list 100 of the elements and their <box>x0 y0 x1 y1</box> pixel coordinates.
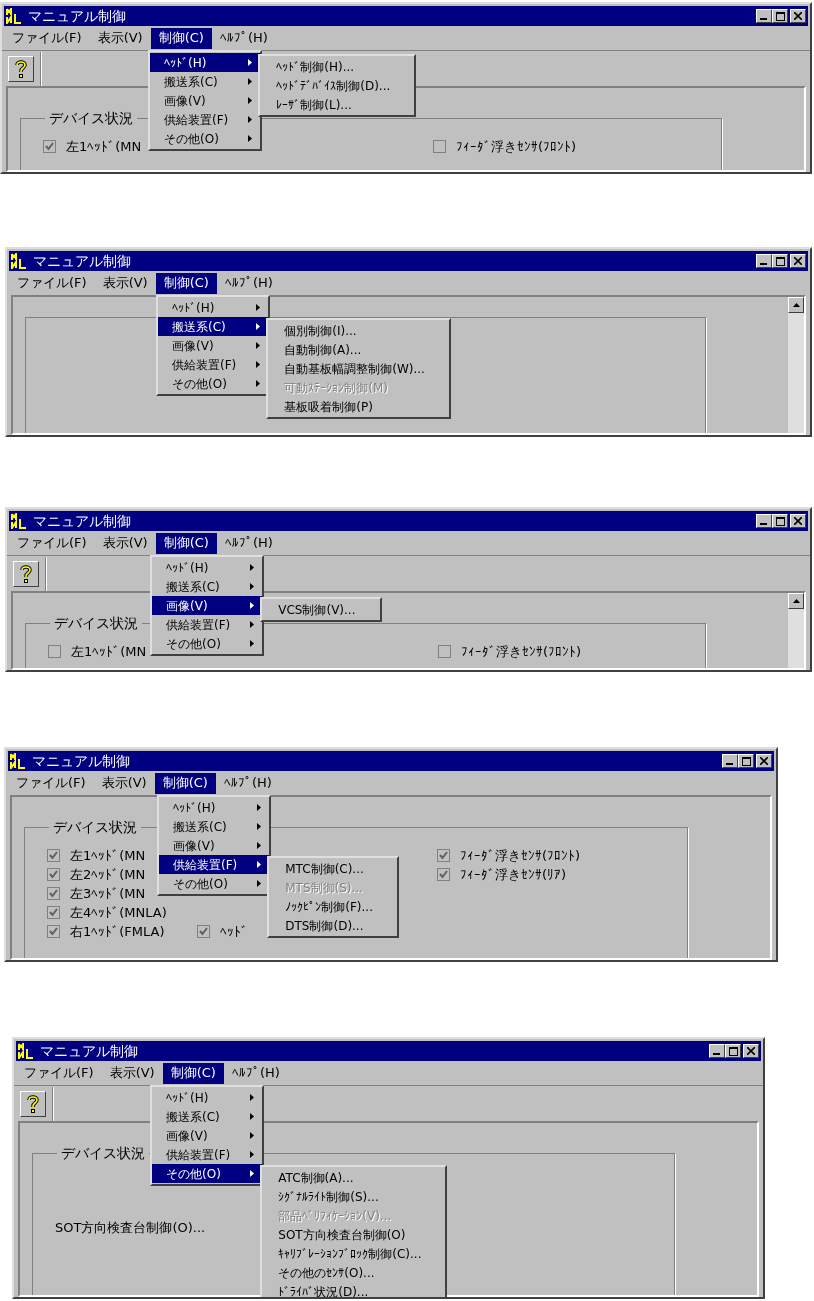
menu-bar-item[interactable]: ファイル(F) <box>8 772 94 794</box>
checkbox[interactable] <box>47 849 60 862</box>
menu-item[interactable]: 画像(V) <box>158 336 269 355</box>
submenu-arrow-icon <box>256 380 261 387</box>
close-button[interactable] <box>790 514 806 528</box>
submenu-item[interactable]: MTC制御(C)... <box>269 859 397 878</box>
submenu-item[interactable]: ﾉｯｸﾋﾟﾝ制御(F)... <box>269 897 397 916</box>
menu-item[interactable]: その他(O) <box>152 1164 263 1183</box>
checkbox[interactable] <box>437 849 450 862</box>
minimize-button[interactable] <box>756 514 772 528</box>
checkbox[interactable] <box>47 906 60 919</box>
menu-bar-item[interactable]: ファイル(F) <box>4 27 90 49</box>
close-button[interactable] <box>756 754 772 768</box>
menu-item[interactable]: 画像(V) <box>150 91 261 110</box>
maximize-button[interactable] <box>772 254 788 268</box>
menu-bar-item[interactable]: 制御(C) <box>162 1062 224 1084</box>
menu-item[interactable]: 供給装置(F) <box>152 615 263 634</box>
menu-item[interactable]: その他(O) <box>159 874 270 893</box>
menu-bar-item[interactable]: 表示(V) <box>94 272 156 294</box>
help-button[interactable] <box>13 560 39 587</box>
menu-item[interactable]: ﾍｯﾄﾞ(H) <box>152 558 263 577</box>
minimize-button[interactable] <box>722 754 738 768</box>
menu-item[interactable]: 供給装置(F) <box>158 355 269 374</box>
menu-bar-item[interactable]: 表示(V) <box>93 772 155 794</box>
checkbox[interactable] <box>47 868 60 881</box>
menu-item[interactable]: 供給装置(F) <box>152 1145 263 1164</box>
checkbox[interactable] <box>47 925 60 938</box>
menu-item[interactable]: 画像(V) <box>152 1126 263 1145</box>
submenu-item[interactable]: 個別制御(I)... <box>268 321 449 340</box>
submenu-item[interactable]: 基板吸着制御(P) <box>268 397 449 416</box>
menu-item[interactable]: ﾍｯﾄﾞ(H) <box>159 798 270 817</box>
scroll-bar[interactable] <box>788 297 804 433</box>
menu-item[interactable]: 搬送系(C) <box>159 817 270 836</box>
submenu-item[interactable]: DTS制御(D)... <box>269 916 397 935</box>
menu-bar-item[interactable]: ﾍﾙﾌﾟ(H) <box>216 532 281 554</box>
menu-item[interactable]: ﾍｯﾄﾞ(H) <box>150 53 261 72</box>
maximize-button[interactable] <box>772 9 788 23</box>
submenu-item[interactable]: VCS制御(V)... <box>262 600 380 619</box>
checkbox[interactable] <box>433 140 446 153</box>
menu-bar-item[interactable]: ﾍﾙﾌﾟ(H) <box>215 772 280 794</box>
menu-bar-item[interactable]: ﾍﾙﾌﾟ(H) <box>223 1062 288 1084</box>
submenu-item[interactable]: 自動制御(A)... <box>268 340 449 359</box>
submenu-item[interactable]: ﾍｯﾄﾞﾃﾞﾊﾞｲｽ制御(D)... <box>260 76 415 95</box>
menu-bar-item[interactable]: ﾍﾙﾌﾟ(H) <box>216 272 281 294</box>
scroll-bar[interactable] <box>788 593 804 668</box>
help-button[interactable] <box>8 55 34 82</box>
menu-bar-item[interactable]: 表示(V) <box>94 532 156 554</box>
menu-bar-item[interactable]: 制御(C) <box>155 532 217 554</box>
close-button[interactable] <box>743 1044 759 1058</box>
menu-bar-item[interactable]: ファイル(F) <box>9 272 95 294</box>
menu-item[interactable]: 画像(V) <box>152 596 263 615</box>
maximize-button[interactable] <box>725 1044 741 1058</box>
submenu-item[interactable]: その他のｾﾝｻ(O)... <box>262 1263 446 1282</box>
minimize-button[interactable] <box>756 254 772 268</box>
menu-bar-item[interactable]: 表示(V) <box>89 27 151 49</box>
checkbox[interactable] <box>197 925 210 938</box>
menu-item[interactable]: 搬送系(C) <box>158 317 269 336</box>
menu-item[interactable]: ﾍｯﾄﾞ(H) <box>158 298 269 317</box>
menu-bar-item[interactable]: ファイル(F) <box>9 532 95 554</box>
menu-item[interactable]: ﾍｯﾄﾞ(H) <box>152 1088 263 1107</box>
help-button[interactable] <box>20 1090 46 1117</box>
checkbox[interactable] <box>437 868 450 881</box>
menu-item[interactable]: 画像(V) <box>159 836 270 855</box>
submenu-item[interactable]: ﾄﾞﾗｲﾊﾞ状況(D)... <box>262 1282 446 1297</box>
menu-bar-item[interactable]: 表示(V) <box>101 1062 163 1084</box>
menu-item[interactable]: その他(O) <box>158 374 269 393</box>
menu-item[interactable]: その他(O) <box>150 129 261 148</box>
submenu-item[interactable]: ﾍｯﾄﾞ制御(H)... <box>260 57 415 76</box>
command-label[interactable]: SOT方向検査台制御(O)... <box>55 1218 206 1238</box>
minimize-button[interactable] <box>709 1044 725 1058</box>
scroll-up-button[interactable] <box>788 297 804 313</box>
maximize-button[interactable] <box>738 754 754 768</box>
menu-bar-item[interactable]: ファイル(F) <box>16 1062 102 1084</box>
checkbox[interactable] <box>438 645 451 658</box>
checkbox[interactable] <box>47 887 60 900</box>
close-button[interactable] <box>790 9 806 23</box>
menu-bar-item[interactable]: 制御(C) <box>150 27 212 49</box>
minimize-button[interactable] <box>756 9 772 23</box>
close-button[interactable] <box>790 254 806 268</box>
menu-item[interactable]: 供給装置(F) <box>159 855 270 874</box>
check-icon <box>49 870 58 879</box>
menu-item[interactable]: 供給装置(F) <box>150 110 261 129</box>
scroll-up-button[interactable] <box>788 593 804 609</box>
submenu-item[interactable]: ｷｬﾘﾌﾞﾚｰｼｮﾝﾌﾞﾛｯｸ制御(C)... <box>262 1244 446 1263</box>
maximize-button[interactable] <box>772 514 788 528</box>
menu-bar-item[interactable]: 制御(C) <box>155 272 217 294</box>
submenu-item[interactable]: ｼｸﾞﾅﾙﾗｲﾄ制御(S)... <box>262 1187 446 1206</box>
menu-bar-item[interactable]: ﾍﾙﾌﾟ(H) <box>211 27 276 49</box>
submenu-item[interactable]: ﾚｰｻﾞ制御(L)... <box>260 95 415 114</box>
menu-item[interactable]: 搬送系(C) <box>152 1107 263 1126</box>
checkbox[interactable] <box>48 645 61 658</box>
menu-item[interactable]: その他(O) <box>152 634 263 653</box>
submenu-item[interactable]: ATC制御(A)... <box>262 1168 446 1187</box>
menu-bar-item[interactable]: 制御(C) <box>154 772 216 794</box>
maximize-icon <box>775 516 785 526</box>
submenu-item[interactable]: SOT方向検査台制御(O) <box>262 1225 446 1244</box>
menu-item[interactable]: 搬送系(C) <box>150 72 261 91</box>
menu-item[interactable]: 搬送系(C) <box>152 577 263 596</box>
checkbox[interactable] <box>43 140 56 153</box>
submenu-item[interactable]: 自動基板幅調整制御(W)... <box>268 359 449 378</box>
